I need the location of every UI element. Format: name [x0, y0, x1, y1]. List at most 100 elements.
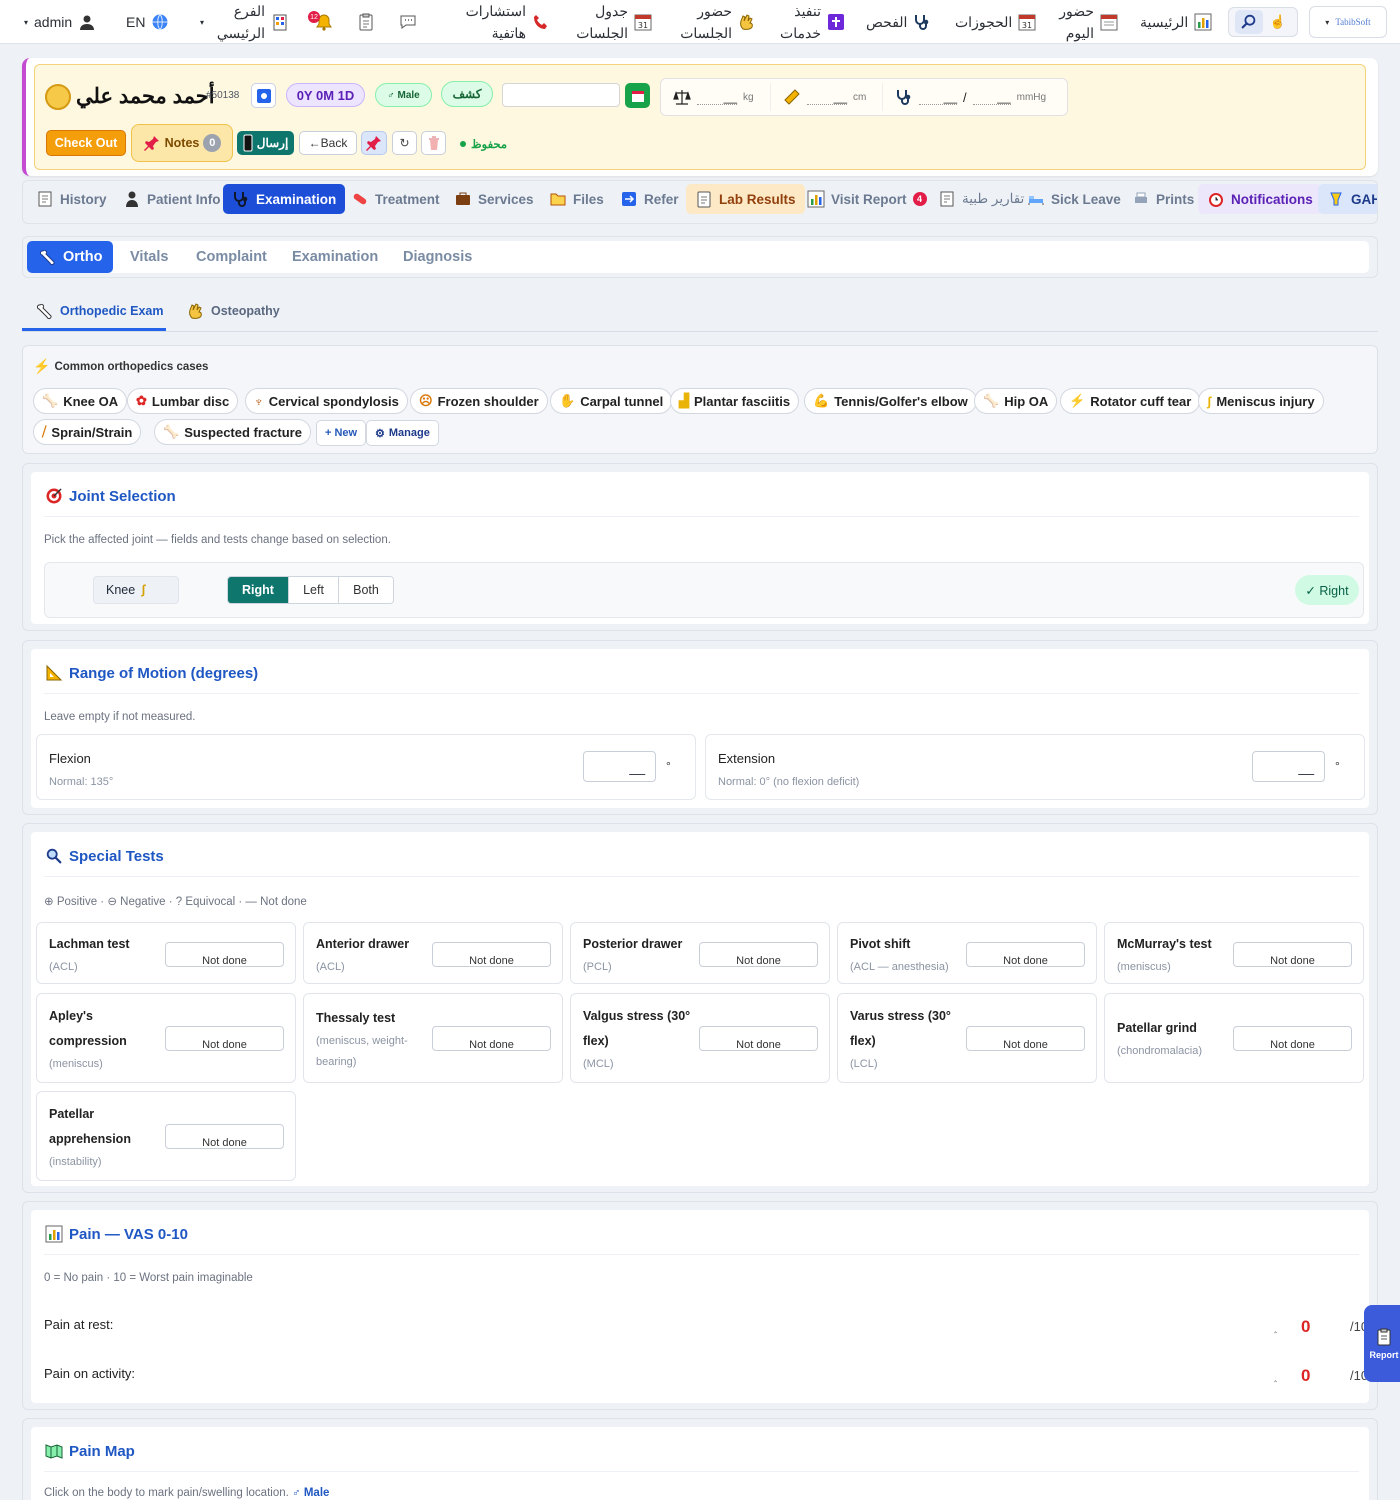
slider-thumb-icon[interactable]: ‸	[1274, 1323, 1277, 1334]
case-meniscus-injury[interactable]: ʃ Meniscus injury	[1198, 388, 1324, 414]
test-result-select[interactable]: Not done	[1233, 942, 1352, 967]
nav-home-label: الرئيسية	[1140, 14, 1189, 30]
test-result-select[interactable]: Not done	[699, 942, 818, 967]
nav-today-attendance[interactable]: حضور اليوم	[1059, 0, 1118, 44]
rom-flexion-input[interactable]: __	[583, 751, 656, 782]
joint-selection-card: Joint Selection Pick the affected joint …	[22, 463, 1378, 631]
branch-selector[interactable]: ▾ الفرع الرئيسي	[200, 0, 289, 44]
delete-button[interactable]	[421, 131, 446, 155]
subtab-examination[interactable]: Examination	[292, 241, 378, 273]
bp-systolic-value: __	[919, 90, 957, 105]
tab-files[interactable]: Files	[540, 184, 613, 214]
test-result-select[interactable]: Not done	[966, 1026, 1085, 1051]
send-button[interactable]: إرسال	[237, 131, 294, 155]
rom-extension-input[interactable]: __	[1252, 751, 1325, 782]
search-button[interactable]	[1235, 10, 1263, 34]
side-right-button[interactable]: Right	[228, 577, 288, 603]
subtab-complaint[interactable]: Complaint	[196, 241, 267, 273]
test-subtitle: (ACL)	[316, 961, 345, 973]
tab-visit-report[interactable]: Visit Report 4	[798, 184, 936, 214]
test-valgus-stress: Valgus stress (30° flex) (MCL) Not done	[570, 993, 830, 1083]
nav-examination[interactable]: الفحص	[866, 0, 931, 44]
tab-patient-info[interactable]: Patient Info	[114, 184, 230, 214]
tab-osteopathy[interactable]: Osteopathy	[187, 302, 280, 320]
tab-refer[interactable]: Refer	[611, 184, 688, 214]
test-result-select[interactable]: Not done	[699, 1026, 818, 1051]
pin-button[interactable]	[361, 131, 387, 155]
test-result-select[interactable]: Not done	[1233, 1026, 1352, 1051]
test-result-select[interactable]: Not done	[165, 1026, 284, 1051]
tab-services[interactable]: Services	[445, 184, 543, 214]
nav-phone-consultations[interactable]: استشارات هاتفية	[466, 0, 550, 44]
tab-prints-label: Prints	[1156, 191, 1195, 207]
patient-id: #50138	[206, 90, 240, 101]
weight-field[interactable]: __ kg	[661, 83, 771, 111]
visit-type[interactable]: كشف	[441, 81, 493, 107]
clipboard-icon[interactable]	[357, 13, 375, 31]
tab-lab-results[interactable]: Lab Results	[686, 184, 805, 214]
language-selector[interactable]: EN	[126, 0, 169, 44]
svg-text:31: 31	[638, 21, 648, 30]
case-rotator-cuff-tear[interactable]: ⚡ Rotator cuff tear	[1060, 388, 1201, 414]
phone-icon	[532, 13, 550, 31]
case-tennis-golfer-elbow[interactable]: 💪 Tennis/Golfer's elbow	[804, 388, 977, 414]
tab-gahar[interactable]: GAHAR	[1318, 184, 1377, 214]
gear-icon: ⚙	[375, 427, 385, 440]
test-name: Apley's compression	[49, 1009, 127, 1048]
chat-icon[interactable]	[399, 13, 417, 31]
tab-prints[interactable]: Prints	[1123, 184, 1203, 214]
calendar-picker-button[interactable]	[625, 83, 650, 108]
tab-history[interactable]: History	[27, 184, 116, 214]
dropdown-caret-icon: ▾	[200, 17, 205, 27]
back-button[interactable]: ←Back	[299, 131, 357, 155]
case-frozen-shoulder[interactable]: ☹ Frozen shoulder	[410, 388, 548, 414]
refresh-button[interactable]: ↻	[392, 131, 417, 155]
subtab-vitals[interactable]: Vitals	[130, 241, 168, 273]
case-knee-oa[interactable]: 🦴 Knee OA	[33, 388, 128, 414]
patient-id-card-button[interactable]	[251, 83, 276, 108]
case-lumbar-disc[interactable]: ✿ Lumbar disc	[127, 388, 239, 414]
tab-sick-leave[interactable]: Sick Leave	[1018, 184, 1130, 214]
tab-treatment[interactable]: Treatment	[342, 184, 449, 214]
case-sprain-strain[interactable]: ⧸ Sprain/Strain	[33, 419, 142, 445]
tab-examination[interactable]: Examination	[223, 184, 346, 214]
test-result-select[interactable]: Not done	[432, 1026, 551, 1051]
tab-orthopedic-exam[interactable]: Orthopedic Exam	[36, 302, 164, 320]
user-menu[interactable]: ▾ admin	[24, 0, 96, 44]
blood-pressure-field[interactable]: __ / __ mmHg	[883, 83, 1063, 111]
report-floating-button[interactable]: Report	[1364, 1305, 1400, 1382]
nav-home[interactable]: الرئيسية	[1140, 0, 1212, 44]
slider-thumb-icon[interactable]: ‸	[1274, 1372, 1277, 1383]
case-carpal-tunnel[interactable]: ✋ Carpal tunnel	[550, 388, 673, 414]
nav-session-attendance[interactable]: حضور الجلسات	[680, 0, 756, 44]
person-icon	[123, 190, 141, 208]
test-result-select[interactable]: Not done	[432, 942, 551, 967]
case-suspected-fracture[interactable]: 🦴 Suspected fracture	[154, 419, 311, 445]
case-hip-oa[interactable]: 🦴 Hip OA	[974, 388, 1058, 414]
nav-execute-services[interactable]: تنفيذ خدمات	[780, 0, 845, 44]
new-case-button[interactable]: + New	[316, 420, 367, 446]
pointer-icon[interactable]: ☝	[1269, 13, 1287, 31]
test-result-select[interactable]: Not done	[966, 942, 1085, 967]
joint-dropdown[interactable]: Knee ʃ	[93, 576, 179, 604]
test-subtitle: (ACL — anesthesia)	[850, 961, 949, 973]
height-field[interactable]: __ cm	[771, 83, 883, 111]
side-left-button[interactable]: Left	[288, 577, 338, 603]
subtab-diagnosis[interactable]: Diagnosis	[403, 241, 472, 273]
nav-bookings[interactable]: الحجوزات 31	[955, 0, 1036, 44]
manage-cases-button[interactable]: ⚙ Manage	[366, 420, 439, 446]
test-result-select[interactable]: Not done	[165, 942, 284, 967]
side-both-button[interactable]: Both	[338, 577, 393, 603]
bp-unit: mmHg	[1016, 91, 1047, 103]
tab-notifications[interactable]: Notifications	[1198, 184, 1322, 214]
brand-logo[interactable]: ▾ TabibSoft	[1309, 6, 1387, 38]
subtab-ortho[interactable]: Ortho	[27, 241, 113, 273]
case-plantar-fasciitis[interactable]: ▟ Plantar fasciitis	[670, 388, 800, 414]
test-result-select[interactable]: Not done	[165, 1124, 284, 1149]
pain-map-gender: ♂ Male	[292, 1487, 330, 1499]
visit-date-input[interactable]	[502, 83, 620, 107]
nav-session-schedule[interactable]: جدول الجلسات 31	[576, 0, 652, 44]
case-cervical-spondylosis[interactable]: ♆ Cervical spondylosis	[245, 388, 408, 414]
check-out-button[interactable]: Check Out	[46, 130, 126, 156]
notes-button[interactable]: Notes 0	[131, 124, 233, 162]
